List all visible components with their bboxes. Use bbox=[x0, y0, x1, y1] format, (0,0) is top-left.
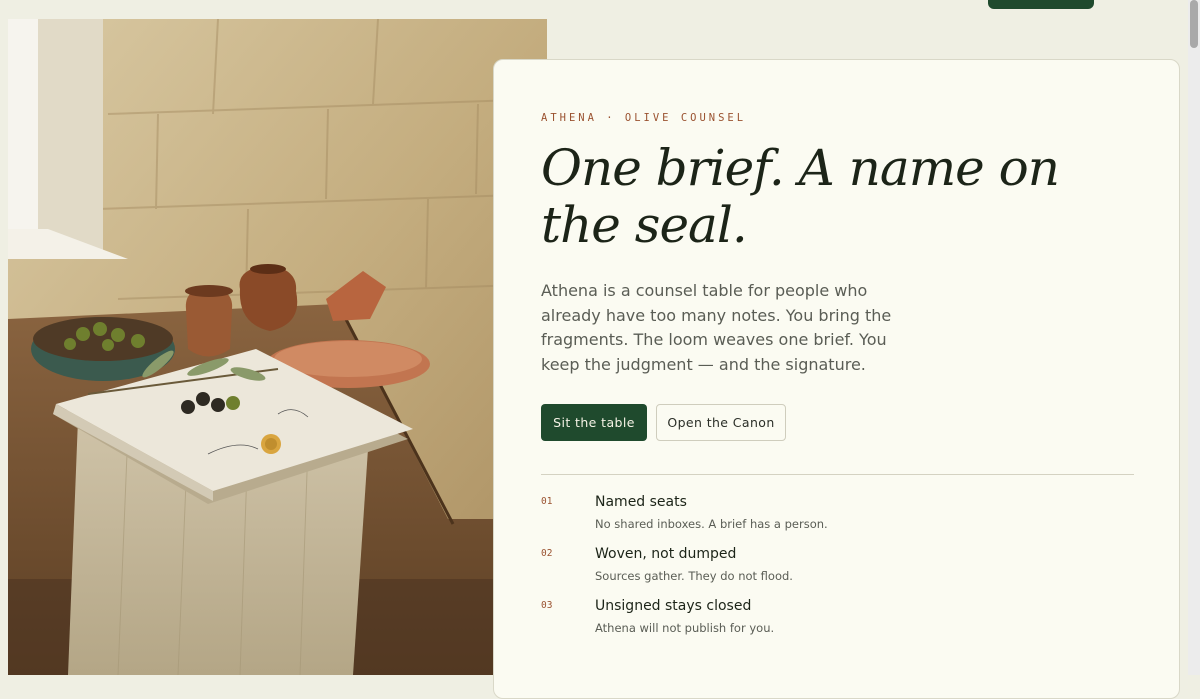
lede-paragraph: Athena is a counsel table for people who… bbox=[541, 281, 892, 374]
feature-title: Unsigned stays closed bbox=[595, 598, 752, 614]
scrollbar-thumb[interactable] bbox=[1190, 0, 1198, 48]
feature-title: Woven, not dumped bbox=[595, 546, 737, 562]
divider bbox=[541, 474, 1134, 475]
feature-number: 02 bbox=[541, 548, 553, 559]
feature-description: Athena will not publish for you. bbox=[595, 621, 775, 635]
sit-the-table-button[interactable]: Sit the table bbox=[541, 404, 647, 441]
eyebrow: ATHENA · OLIVE COUNSEL bbox=[541, 112, 747, 124]
feature-title: Named seats bbox=[595, 494, 687, 510]
feature-number: 03 bbox=[541, 600, 553, 611]
feature-description: Sources gather. They do not flood. bbox=[595, 569, 793, 583]
page-title: One brief. A name on the seal. bbox=[541, 139, 1060, 254]
hero-photo bbox=[8, 19, 547, 675]
scrollbar[interactable] bbox=[1188, 0, 1200, 675]
feature-number: 01 bbox=[541, 496, 553, 507]
hero-card: ATHENA · OLIVE COUNSEL One brief. A name… bbox=[493, 59, 1180, 699]
feature-description: No shared inboxes. A brief has a person. bbox=[595, 517, 828, 531]
open-the-canon-button[interactable]: Open the Canon bbox=[656, 404, 786, 441]
top-nav-button[interactable] bbox=[988, 0, 1094, 9]
